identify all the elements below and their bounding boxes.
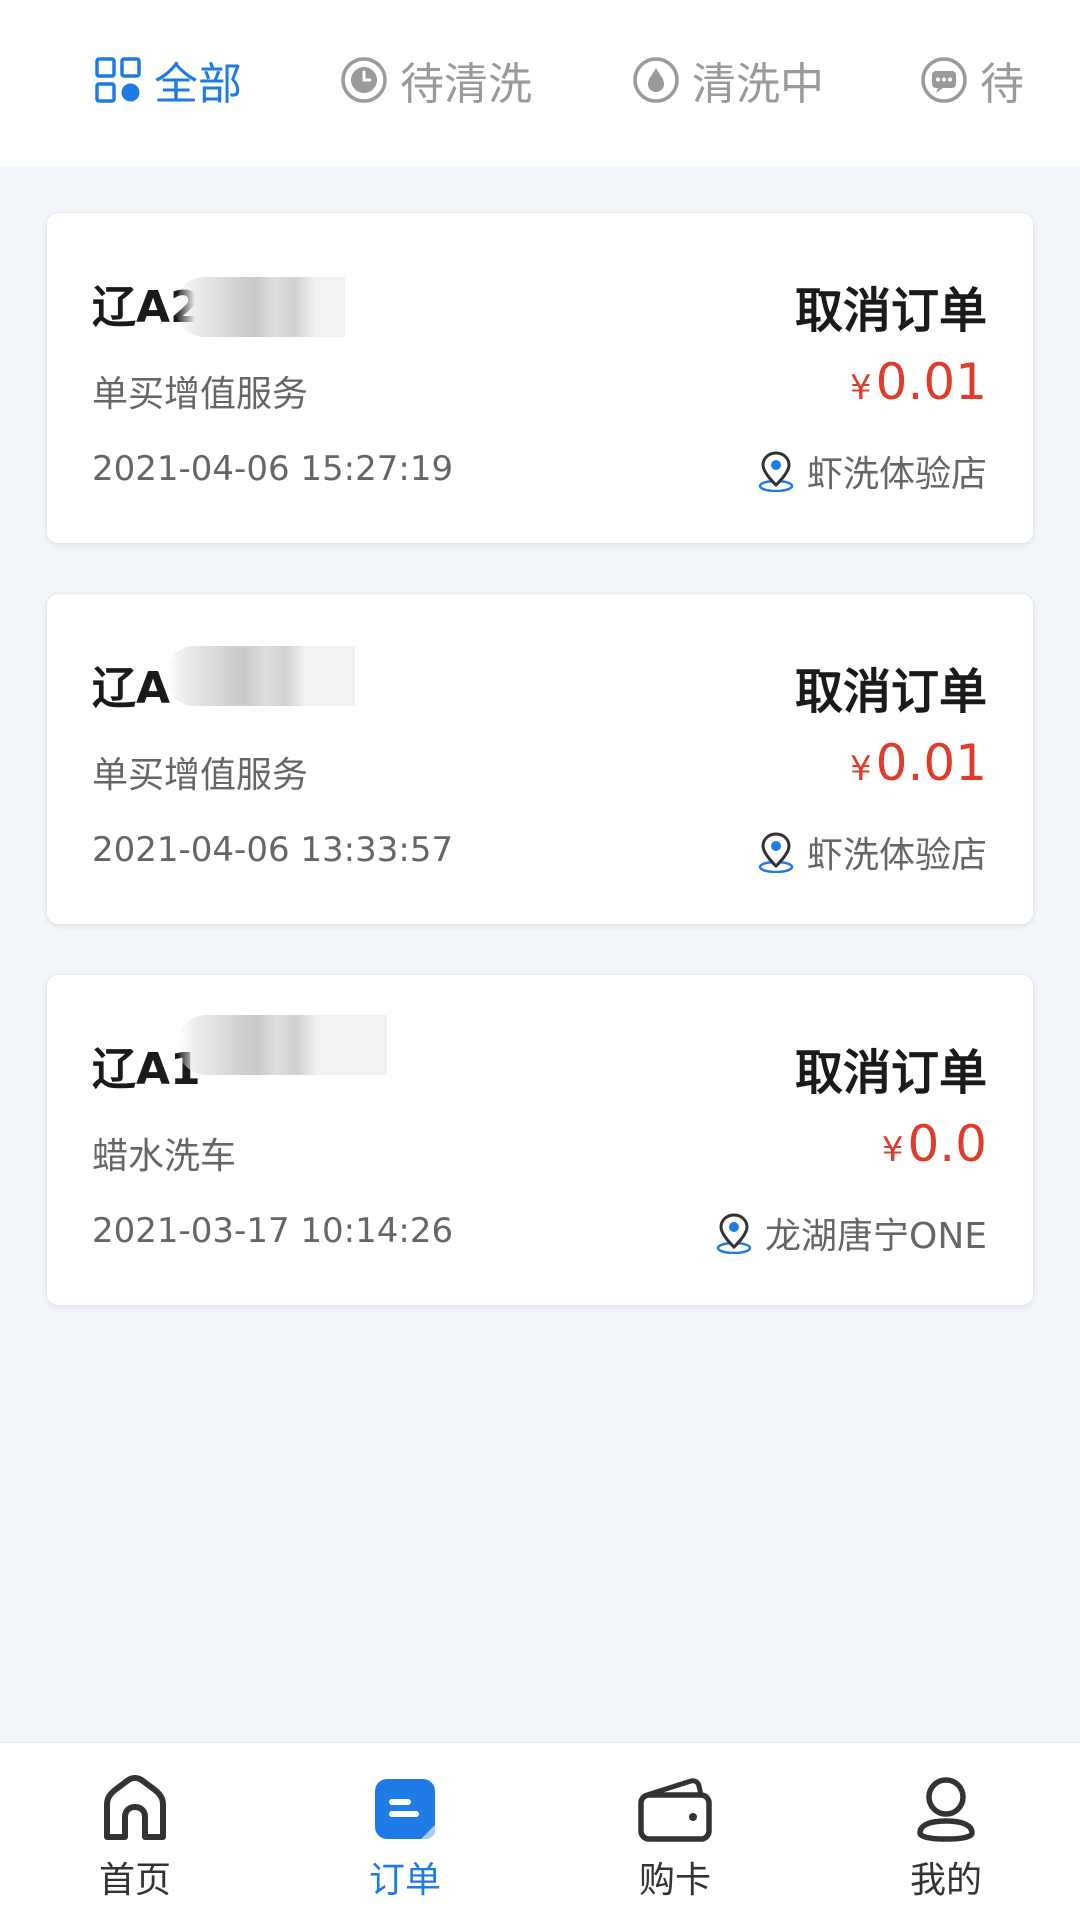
tab-label: 清洗中 [692,59,824,110]
order-price: ¥ 0.01 [850,734,987,792]
nav-label: 首页 [98,1860,171,1901]
nav-home[interactable]: 首页 [55,1773,215,1903]
license-plate-text: 辽A [92,663,171,714]
location-pin-icon [758,832,794,873]
order-icon [375,1779,435,1839]
currency-symbol: ¥ [850,368,872,408]
order-price: ¥ 0.01 [850,353,987,411]
order-time: 2021-04-06 15:27:19 [92,449,454,489]
nav-orders[interactable]: 订单 [325,1773,485,1903]
tab-label: 待 [980,59,1024,110]
store-name: 虾洗体验店 [806,835,987,876]
price-value: 0.0 [907,1115,987,1173]
order-status-tabs: 全部 待清洗 清洗中 待 [0,0,1080,166]
tab-label: 全部 [154,59,242,110]
user-icon [917,1777,975,1842]
license-plate: 辽A [92,652,170,716]
chat-icon [920,56,968,104]
order-time: 2021-03-17 10:14:26 [92,1211,454,1251]
cancel-order-button[interactable]: 取消订单 [795,652,987,722]
tab-label: 待清洗 [400,59,532,110]
nav-label: 订单 [368,1860,441,1901]
service-name: 蜡水洗车 [92,1136,237,1177]
currency-symbol: ¥ [850,749,872,789]
plate-redaction [177,1015,387,1075]
tab-all[interactable]: 全部 [94,48,242,112]
order-card[interactable]: 辽A1 取消订单 蜡水洗车 ¥ 0.0 2021-03-17 10:14:26 … [46,974,1034,1306]
home-icon [104,1775,166,1840]
nav-buy-card[interactable]: 购卡 [595,1773,755,1903]
currency-symbol: ¥ [881,1130,904,1170]
order-card[interactable]: 辽A 取消订单 单买增值服务 ¥ 0.01 2021-04-06 13:33:5… [46,593,1034,925]
location-pin-icon [716,1213,752,1254]
price-value: 0.01 [875,353,987,411]
order-time: 2021-04-06 13:33:57 [92,830,454,870]
store-location[interactable]: 虾洗体验店 [757,826,987,878]
nav-label: 购卡 [638,1860,711,1901]
tab-pending-wash[interactable]: 待清洗 [340,48,532,112]
plate-redaction [175,277,345,337]
store-location[interactable]: 龙湖唐宁ONE [715,1207,987,1259]
order-price: ¥ 0.0 [882,1115,987,1173]
store-location[interactable]: 虾洗体验店 [757,445,987,497]
grid-icon [94,56,142,104]
cancel-order-button[interactable]: 取消订单 [795,271,987,341]
order-card[interactable]: 辽A2 取消订单 单买增值服务 ¥ 0.01 2021-04-06 15:27:… [46,212,1034,544]
cancel-order-button[interactable]: 取消订单 [795,1033,987,1103]
location-pin-icon [758,451,794,492]
water-drop-icon [632,56,680,104]
plate-redaction [165,646,355,706]
clock-icon [340,56,388,104]
service-name: 单买增值服务 [92,374,309,415]
price-value: 0.01 [875,734,987,792]
wallet-icon [638,1778,712,1842]
tab-pending-review[interactable]: 待 [920,48,1032,112]
bottom-nav: 首页 订单 购卡 我的 [0,1742,1080,1921]
nav-profile[interactable]: 我的 [866,1773,1026,1903]
store-name: 龙湖唐宁ONE [764,1216,987,1257]
nav-label: 我的 [909,1860,982,1901]
store-name: 虾洗体验店 [806,454,987,495]
tab-washing[interactable]: 清洗中 [632,48,824,112]
service-name: 单买增值服务 [92,755,309,796]
